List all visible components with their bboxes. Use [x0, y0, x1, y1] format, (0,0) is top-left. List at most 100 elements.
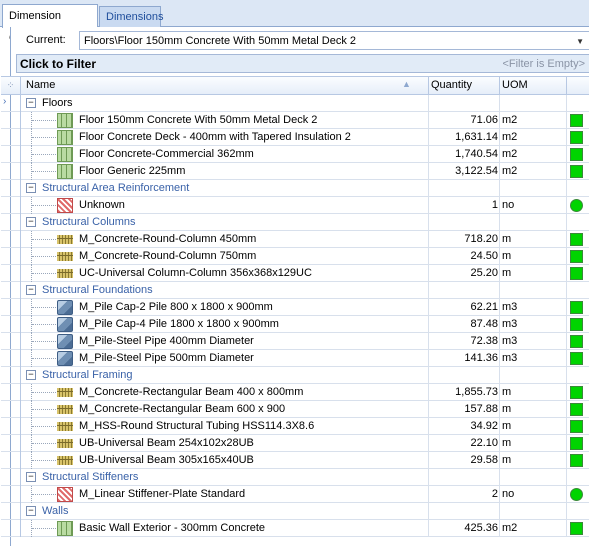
cube-icon — [57, 334, 73, 349]
group-row[interactable]: − Structural Columns — [1, 214, 589, 231]
item-name: Floor Generic 225mm — [79, 165, 186, 177]
column-header-uom[interactable]: UOM — [502, 79, 528, 91]
item-row[interactable]: Unknown 1 no — [1, 197, 589, 214]
item-row[interactable]: Floor Concrete-Commercial 362mm 1,740.54 m… — [1, 146, 589, 163]
row-selector[interactable] — [1, 146, 21, 163]
group-row[interactable]: − Structural Framing — [1, 367, 589, 384]
item-quantity: 2 — [491, 488, 498, 500]
item-row[interactable]: Floor Generic 225mm 3,122.54 m2 — [1, 163, 589, 180]
collapse-icon[interactable]: − — [26, 285, 36, 295]
item-row[interactable]: M_Concrete-Round-Column 450mm 718.20 m — [1, 231, 589, 248]
row-selector[interactable] — [1, 401, 21, 418]
beam-icon — [57, 419, 73, 434]
item-row[interactable]: UB-Universal Beam 254x102x28UB 22.10 m — [1, 435, 589, 452]
group-row[interactable]: − Structural Foundations — [1, 282, 589, 299]
row-selector[interactable] — [1, 435, 21, 452]
item-row[interactable]: M_Pile Cap-4 Pile 1800 x 1800 x 900mm 87.… — [1, 316, 589, 333]
item-row[interactable]: M_Concrete-Rectangular Beam 600 x 900 157… — [1, 401, 589, 418]
item-uom: m3 — [502, 301, 518, 313]
collapse-icon[interactable]: − — [26, 98, 36, 108]
item-uom: m2 — [502, 131, 518, 143]
item-row[interactable]: M_Concrete-Rectangular Beam 400 x 800mm 1… — [1, 384, 589, 401]
item-quantity: 1,631.14 — [455, 131, 498, 143]
current-dropdown[interactable]: Floors\Floor 150mm Concrete With 50mm Me… — [79, 31, 589, 50]
collapse-icon[interactable]: − — [26, 370, 36, 380]
current-label: Current: — [26, 34, 66, 46]
item-row[interactable]: M_Concrete-Round-Column 750mm 24.50 m — [1, 248, 589, 265]
row-selector[interactable] — [1, 231, 21, 248]
row-selector[interactable] — [1, 163, 21, 180]
filter-empty-text: <Filter is Empty> — [502, 58, 585, 70]
item-name: M_Concrete-Rectangular Beam 600 x 900 — [79, 403, 286, 415]
collapse-icon[interactable]: − — [26, 472, 36, 482]
collapse-icon[interactable]: − — [26, 217, 36, 227]
row-selector[interactable] — [1, 452, 21, 469]
item-row[interactable]: UC-Universal Column-Column 356x368x129UC… — [1, 265, 589, 282]
item-quantity: 24.50 — [470, 250, 498, 262]
row-selector[interactable] — [1, 367, 21, 384]
row-selector[interactable] — [1, 384, 21, 401]
item-uom: m — [502, 454, 512, 466]
item-quantity: 157.88 — [464, 403, 498, 415]
row-selector[interactable] — [1, 299, 21, 316]
row-selector[interactable] — [1, 469, 21, 486]
current-value: Floors\Floor 150mm Concrete With 50mm Me… — [84, 35, 357, 47]
item-row[interactable]: M_Pile-Steel Pipe 400mm Diameter 72.38 m3 — [1, 333, 589, 350]
item-quantity: 3,122.54 — [455, 165, 498, 177]
status-square-icon — [570, 437, 583, 450]
row-selector[interactable] — [1, 112, 21, 129]
collapse-icon[interactable]: − — [26, 183, 36, 193]
item-name: Floor Concrete Deck - 400mm with Tapered… — [79, 131, 351, 143]
item-quantity: 718.20 — [464, 233, 498, 245]
row-selector[interactable] — [1, 333, 21, 350]
item-row[interactable]: M_Linear Stiffener-Plate Standard 2 no — [1, 486, 589, 503]
group-row[interactable]: − Structural Area Reinforcement — [1, 180, 589, 197]
row-selector[interactable] — [1, 316, 21, 333]
status-circle-icon — [570, 488, 583, 501]
row-selector[interactable] — [1, 265, 21, 282]
row-selector[interactable] — [1, 282, 21, 299]
item-row[interactable]: Floor Concrete Deck - 400mm with Tapered… — [1, 129, 589, 146]
item-quantity: 87.48 — [470, 318, 498, 330]
group-row[interactable]: − Structural Stiffeners — [1, 469, 589, 486]
filter-bar[interactable]: Click to Filter <Filter is Empty> — [16, 54, 589, 73]
row-selector[interactable] — [1, 197, 21, 214]
row-selector[interactable] — [1, 180, 21, 197]
item-name: M_Linear Stiffener-Plate Standard — [79, 488, 246, 500]
tab-dimensions[interactable]: Dimensions — [99, 6, 163, 27]
group-row[interactable]: › − Floors — [1, 95, 589, 112]
item-row[interactable]: UB-Universal Beam 305x165x40UB 29.58 m — [1, 452, 589, 469]
item-uom: m2 — [502, 165, 518, 177]
beam-icon — [57, 232, 73, 247]
item-row[interactable]: M_HSS-Round Structural Tubing HSS114.3X8… — [1, 418, 589, 435]
row-selector[interactable] — [1, 214, 21, 231]
collapse-icon[interactable]: − — [26, 506, 36, 516]
sort-ascending-icon[interactable]: ▲ — [402, 79, 411, 89]
row-selector[interactable]: › — [1, 95, 21, 112]
beam-icon — [57, 249, 73, 264]
row-selector[interactable] — [1, 486, 21, 503]
status-square-icon — [570, 522, 583, 535]
item-row[interactable]: Basic Wall Exterior - 300mm Concrete 425.… — [1, 520, 589, 537]
item-row[interactable]: Floor 150mm Concrete With 50mm Metal Dec… — [1, 112, 589, 129]
row-selector[interactable] — [1, 248, 21, 265]
floor-grid-icon — [57, 164, 73, 179]
row-selector[interactable] — [1, 418, 21, 435]
beam-icon — [57, 436, 73, 451]
item-row[interactable]: M_Pile Cap-2 Pile 800 x 1800 x 900mm 62.2… — [1, 299, 589, 316]
item-name: UB-Universal Beam 254x102x28UB — [79, 437, 254, 449]
status-square-icon — [570, 148, 583, 161]
item-row[interactable]: M_Pile-Steel Pipe 500mm Diameter 141.36 m3 — [1, 350, 589, 367]
item-uom: m — [502, 386, 512, 398]
floor-grid-icon — [57, 521, 73, 536]
row-selector[interactable] — [1, 350, 21, 367]
column-header-quantity[interactable]: Quantity — [431, 79, 472, 91]
row-selector[interactable] — [1, 503, 21, 520]
group-row[interactable]: − Walls — [1, 503, 589, 520]
tab-dimension-groups[interactable]: Dimension Groups — [2, 4, 98, 44]
chevron-down-icon[interactable]: ▼ — [576, 37, 584, 46]
header-selector-icon[interactable]: ⁘ — [1, 77, 21, 94]
row-selector[interactable] — [1, 520, 21, 537]
column-header-name[interactable]: Name — [26, 79, 55, 91]
row-selector[interactable] — [1, 129, 21, 146]
